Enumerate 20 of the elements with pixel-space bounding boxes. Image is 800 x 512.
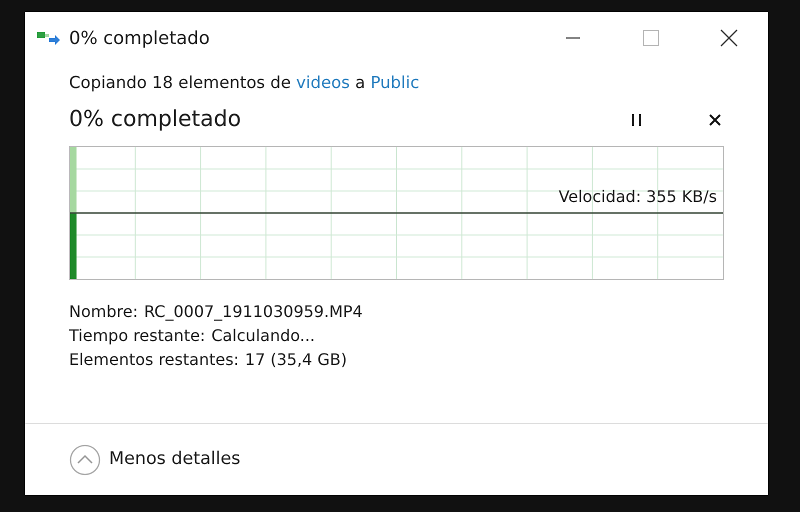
window-title: 0% completado [69,26,210,50]
close-icon [720,29,738,47]
pause-icon [631,112,643,127]
details-toggle[interactable]: Menos detalles [69,444,240,476]
detail-label: Tiempo restante: [69,326,206,345]
detail-label: Elementos restantes: [69,350,239,369]
detail-value: RC_0007_1911030959.MP4 [144,302,363,321]
copy-icon [37,30,61,46]
speed-label: Velocidad: 355 KB/s [558,186,717,208]
speed-bar [70,212,77,279]
copy-description: Copiando 18 elementos de videos a Public [69,72,420,94]
minimize-icon [566,37,580,39]
destination-link[interactable]: Public [370,73,420,92]
cancel-icon [708,112,722,127]
progress-heading: 0% completado [69,106,242,134]
detail-label: Nombre: [69,302,138,321]
detail-value: Calculando... [211,326,315,345]
detail-value: 17 (35,4 GB) [244,350,347,369]
source-link[interactable]: videos [296,73,350,92]
maximize-icon [642,29,660,47]
